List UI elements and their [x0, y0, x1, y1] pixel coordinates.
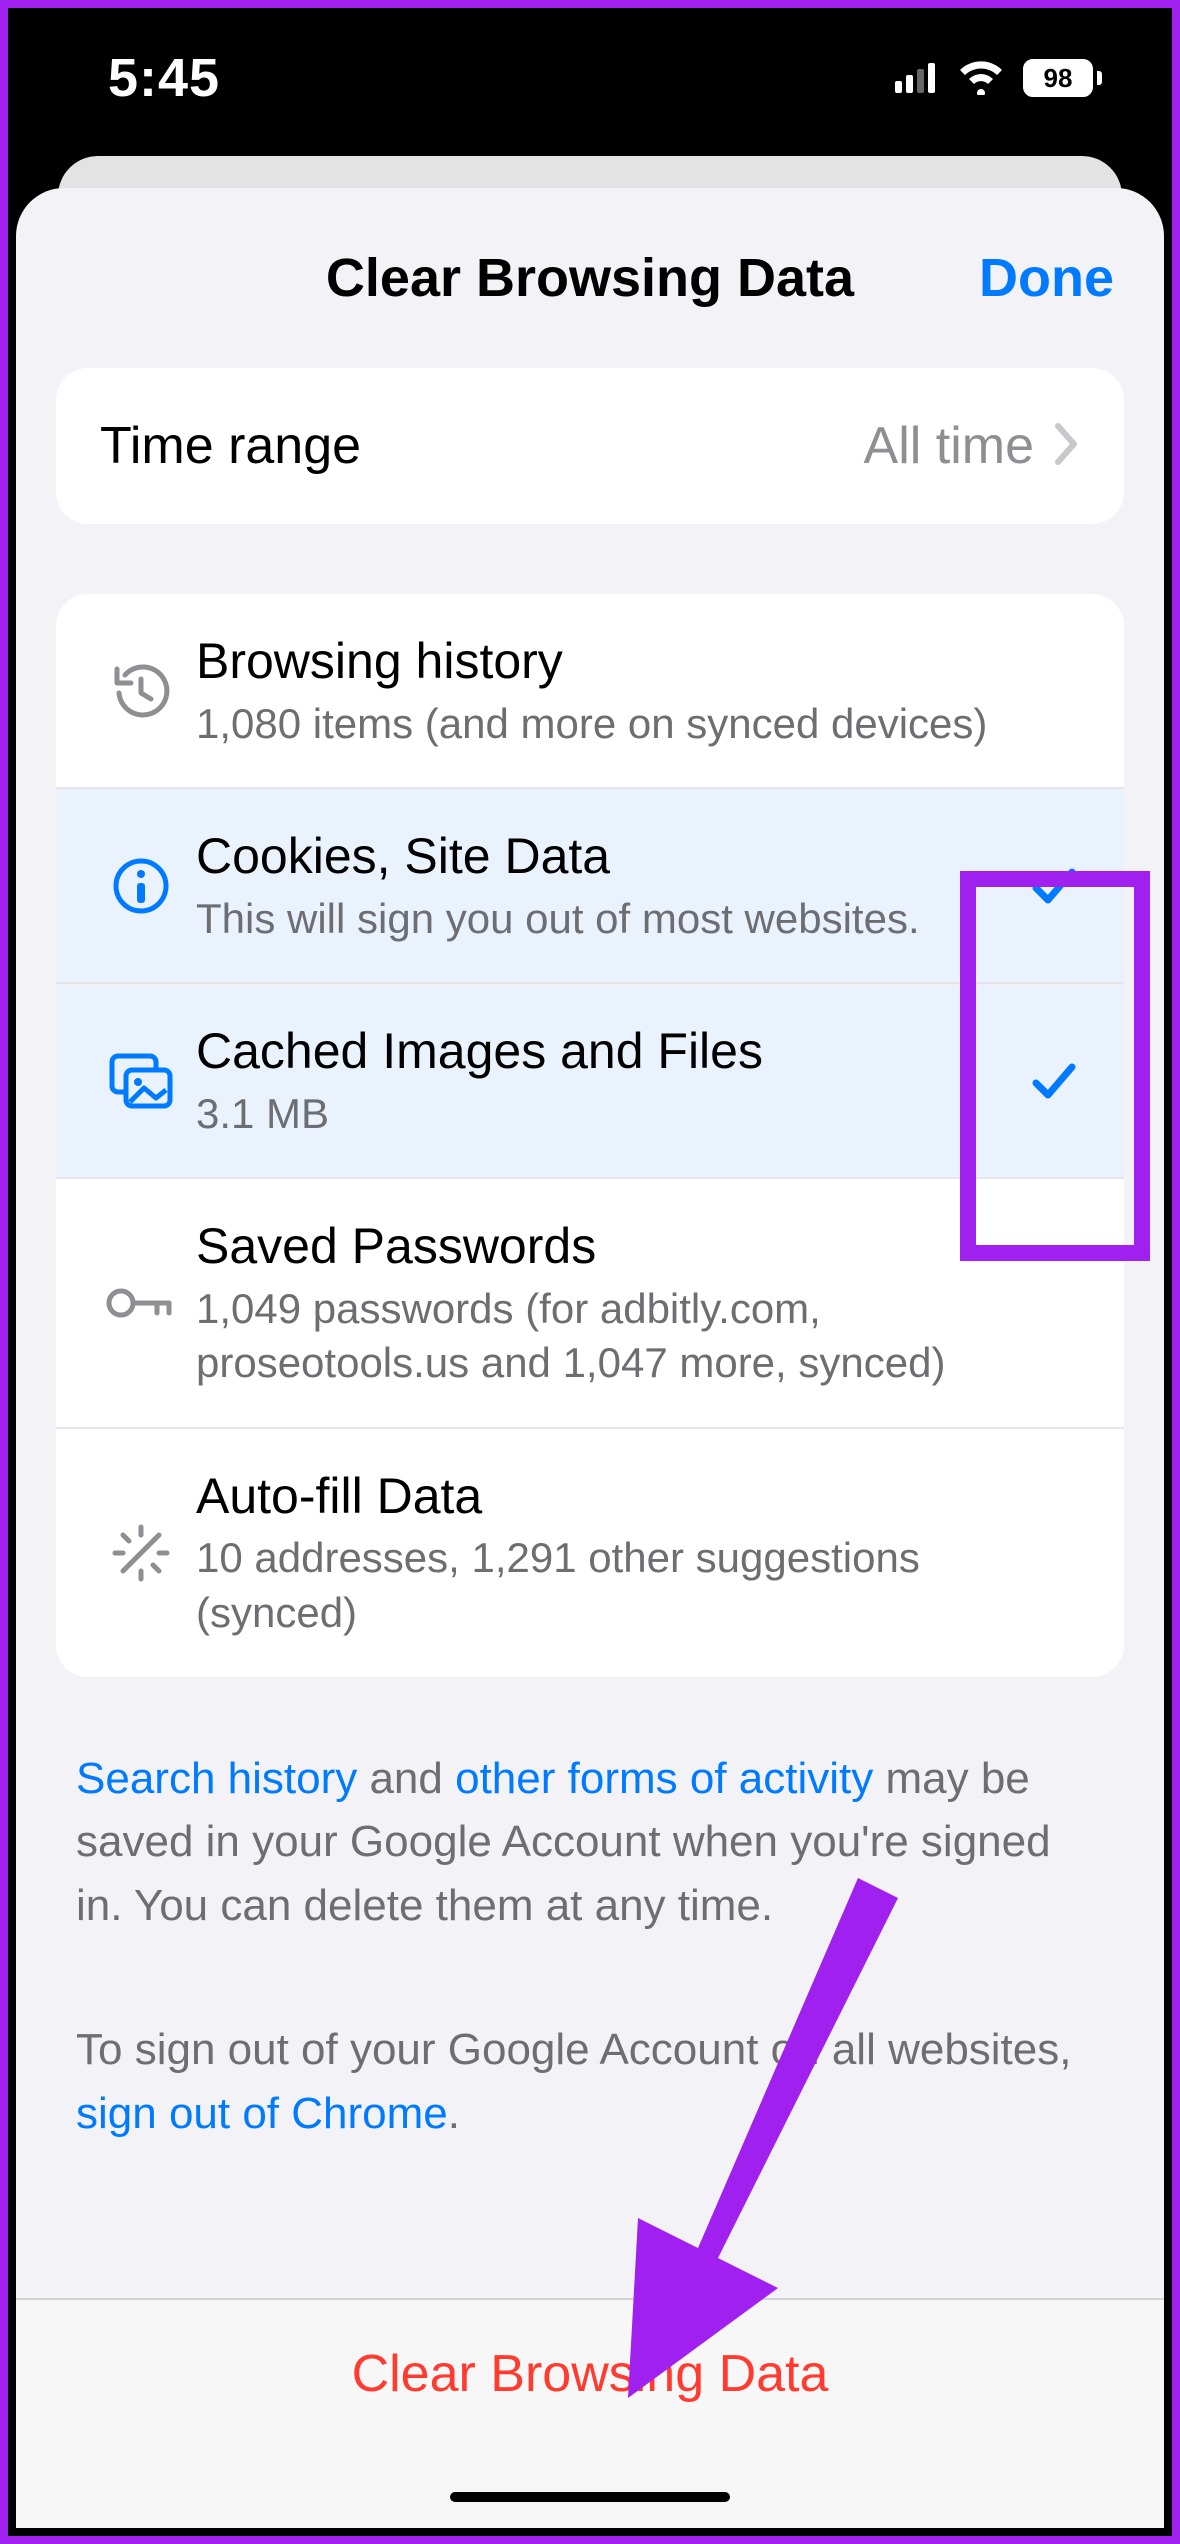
option-subtitle: 3.1 MB	[196, 1087, 994, 1142]
option-subtitle: 1,080 items (and more on synced devices)	[196, 697, 994, 752]
device-frame: 5:45 98 Clear Browsing Data Done Time r	[8, 8, 1172, 2536]
data-types-card: Browsing history 1,080 items (and more o…	[56, 594, 1124, 1677]
footer-info-text: Search history and other forms of activi…	[56, 1677, 1124, 2146]
option-title: Auto-fill Data	[196, 1465, 994, 1528]
modal-sheet: Clear Browsing Data Done Time range All …	[16, 188, 1164, 2528]
status-time: 5:45	[108, 47, 220, 109]
option-cookies[interactable]: Cookies, Site Data This will sign you ou…	[56, 787, 1124, 982]
option-title: Saved Passwords	[196, 1215, 994, 1278]
clear-browsing-data-button[interactable]: Clear Browsing Data	[352, 2344, 829, 2404]
battery-level: 98	[1044, 63, 1073, 94]
option-title: Cookies, Site Data	[196, 825, 994, 888]
status-indicators: 98	[895, 59, 1102, 97]
chevron-right-icon	[1054, 422, 1080, 471]
time-range-label: Time range	[100, 416, 361, 476]
home-indicator	[450, 2492, 730, 2502]
status-bar: 5:45 98	[8, 8, 1172, 148]
time-range-value: All time	[864, 416, 1034, 476]
time-range-row[interactable]: Time range All time	[56, 368, 1124, 524]
key-icon	[86, 1279, 196, 1327]
info-icon	[86, 857, 196, 915]
checkmark-icon	[1014, 860, 1094, 912]
option-subtitle: 1,049 passwords (for adbitly.com, proseo…	[196, 1282, 994, 1391]
option-title: Cached Images and Files	[196, 1020, 994, 1083]
wifi-icon	[957, 61, 1005, 95]
sign-out-chrome-link[interactable]: sign out of Chrome	[76, 2089, 448, 2138]
other-forms-link[interactable]: other forms of activity	[455, 1754, 873, 1803]
bottom-toolbar: Clear Browsing Data	[16, 2298, 1164, 2528]
battery-icon: 98	[1023, 59, 1102, 97]
time-range-card: Time range All time	[56, 368, 1124, 524]
search-history-link[interactable]: Search history	[76, 1754, 357, 1803]
option-autofill[interactable]: Auto-fill Data 10 addresses, 1,291 other…	[56, 1427, 1124, 1677]
option-subtitle: This will sign you out of most websites.	[196, 892, 994, 947]
option-saved-passwords[interactable]: Saved Passwords 1,049 passwords (for adb…	[56, 1177, 1124, 1427]
cellular-icon	[895, 63, 939, 93]
checkmark-icon	[1014, 1055, 1094, 1107]
done-button[interactable]: Done	[979, 188, 1114, 368]
wand-icon	[86, 1521, 196, 1585]
page-title: Clear Browsing Data	[326, 247, 854, 309]
images-icon	[86, 1052, 196, 1110]
option-title: Browsing history	[196, 630, 994, 693]
sheet-header: Clear Browsing Data Done	[16, 188, 1164, 368]
option-subtitle: 10 addresses, 1,291 other suggestions (s…	[196, 1531, 994, 1640]
history-icon	[86, 659, 196, 723]
option-browsing-history[interactable]: Browsing history 1,080 items (and more o…	[56, 594, 1124, 787]
option-cached-images[interactable]: Cached Images and Files 3.1 MB	[56, 982, 1124, 1177]
